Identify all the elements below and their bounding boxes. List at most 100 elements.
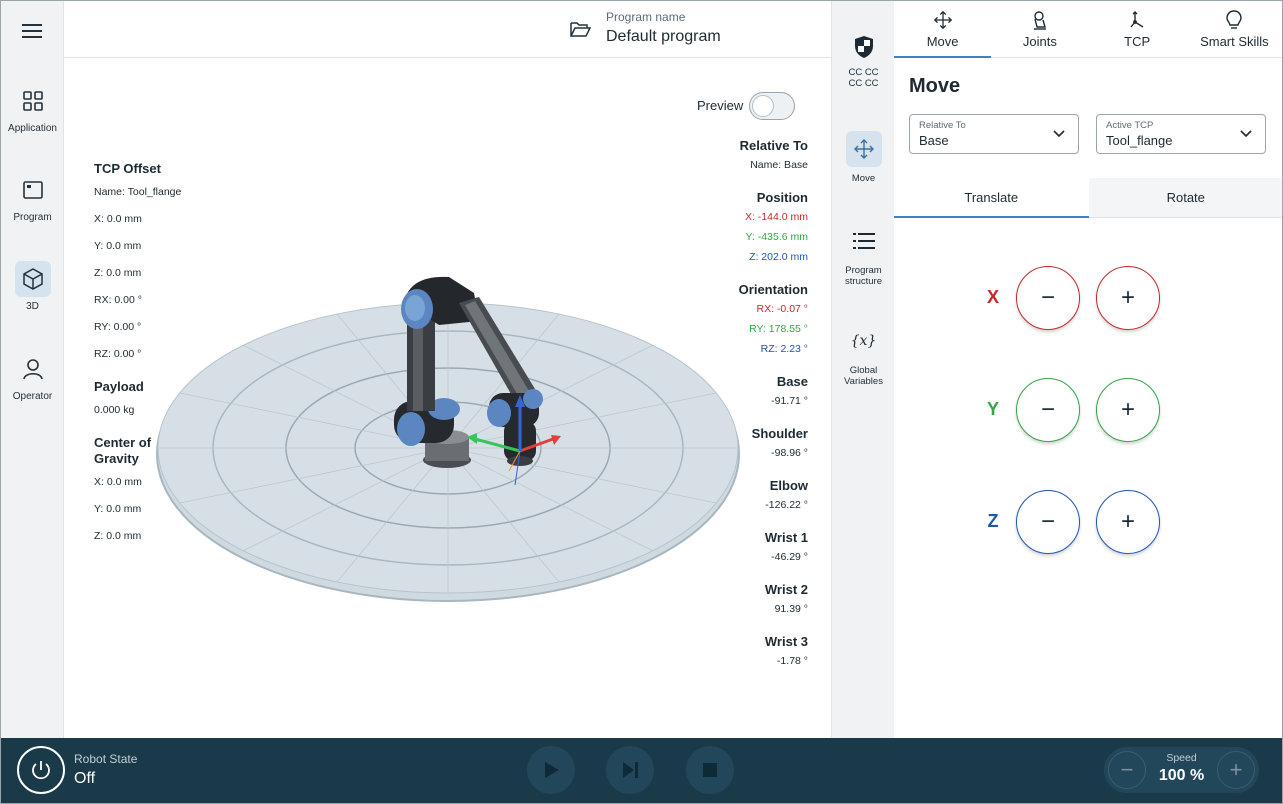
lightbulb-icon (1186, 9, 1282, 31)
payload-title: Payload (94, 379, 144, 394)
nav-item-3d[interactable]: 3D (1, 261, 64, 312)
hamburger-menu-icon[interactable] (21, 21, 43, 41)
nav-label: 3D (26, 301, 39, 312)
y-plus-button[interactable]: + (1096, 378, 1160, 442)
safety-checksum[interactable]: CC CC CC CC (832, 29, 895, 89)
orientation-title: Orientation (738, 282, 808, 297)
tcp-offset-ry: RY: 0.00 ° (94, 321, 142, 333)
app-window: Application Program 3D Operator Program … (0, 0, 1283, 804)
select-value: Tool_flange (1106, 133, 1173, 148)
cog-z: Z: 0.0 mm (94, 530, 142, 542)
z-minus-button[interactable]: − (1016, 490, 1080, 554)
step-forward-icon (623, 762, 638, 778)
tab-tcp[interactable]: TCP (1089, 1, 1186, 57)
power-icon (32, 761, 50, 780)
y-minus-button[interactable]: − (1016, 378, 1080, 442)
relative-to-select[interactable]: Relative To Base (909, 114, 1079, 154)
orientation-rx: RX: -0.07 ° (756, 303, 808, 315)
tab-move[interactable]: Move (894, 1, 992, 58)
safety-checksum-text: CC CC CC CC (848, 67, 879, 89)
tab-joints[interactable]: Joints (991, 1, 1088, 57)
joint-elbow-title: Elbow (769, 478, 808, 493)
relative-to-title: Relative To (739, 138, 808, 153)
grid-icon (15, 83, 51, 119)
cog-y: Y: 0.0 mm (94, 503, 142, 515)
robot-state-value: Off (74, 770, 96, 787)
relative-to-name: Name: Base (750, 159, 808, 171)
move-arrows-icon (845, 131, 882, 167)
variable-x-icon: {x} (850, 332, 877, 349)
x-minus-button[interactable]: − (1016, 266, 1080, 330)
sidenav-item-global-variables[interactable]: {x} Global Variables (832, 323, 895, 388)
joint-wrist2-value: 91.39 ° (774, 603, 808, 615)
tab-label: Move (926, 34, 959, 49)
tab-label: Smart Skills (1200, 34, 1269, 49)
joint-elbow-value: -126.22 ° (765, 499, 808, 511)
left-navigation: Application Program 3D Operator (1, 1, 64, 738)
sidenav-label: Move (851, 173, 876, 184)
nav-label: Application (8, 123, 57, 134)
tab-label: Joints (1022, 34, 1057, 49)
joint-base-title: Base (776, 374, 808, 389)
select-label: Relative To (919, 120, 966, 131)
tab-translate[interactable]: Translate (894, 178, 1089, 218)
folder-open-icon[interactable] (569, 19, 592, 44)
payload-value: 0.000 kg (94, 404, 135, 416)
robot-3d-scene[interactable] (149, 213, 749, 608)
tcp-offset-y: Y: 0.0 mm (94, 240, 142, 252)
bottom-bar: Robot State Off − Speed 100 % + (1, 738, 1282, 803)
preview-label: Preview (697, 98, 744, 113)
stop-button[interactable] (686, 746, 734, 794)
power-button[interactable] (17, 746, 65, 794)
select-label: Active TCP (1106, 120, 1154, 131)
x-plus-button[interactable]: + (1096, 266, 1160, 330)
stop-icon (703, 763, 717, 777)
header: Program name Default program (64, 1, 831, 58)
speed-plus-button[interactable]: + (1217, 751, 1255, 789)
toggle-knob (752, 95, 774, 117)
panel-title: Move (909, 75, 961, 97)
3d-viewport[interactable]: Preview TCP Offset Name: Tool_flange X: … (64, 58, 831, 738)
sidenav-item-move[interactable]: Move (832, 131, 895, 184)
play-icon (545, 762, 559, 778)
program-name-label: Program name (606, 10, 686, 24)
axis-z-label: Z (987, 511, 999, 531)
nav-item-application[interactable]: Application (1, 83, 64, 134)
tcp-offset-z: Z: 0.0 mm (94, 267, 142, 279)
joint-wrist1-value: -46.29 ° (771, 551, 808, 563)
joint-shoulder-title: Shoulder (751, 426, 808, 441)
tcp-offset-title: TCP Offset (94, 161, 161, 176)
position-x: X: -144.0 mm (744, 211, 808, 223)
cog-x: X: 0.0 mm (94, 476, 142, 488)
tab-rotate[interactable]: Rotate (1089, 178, 1283, 217)
preview-toggle[interactable] (749, 92, 795, 120)
move-arrows-icon (894, 9, 991, 31)
panel-tabs: Move Joints TCP Smart Skills (894, 1, 1282, 58)
sidenav-item-program-structure[interactable]: Program structure (832, 223, 895, 287)
nav-label: Program (13, 212, 52, 223)
nav-label: Operator (12, 391, 53, 402)
position-title: Position (756, 190, 808, 205)
joint-wrist3-title: Wrist 3 (764, 634, 808, 649)
nav-item-operator[interactable]: Operator (1, 351, 64, 402)
step-button[interactable] (606, 746, 654, 794)
joint-shoulder-value: -98.96 ° (771, 447, 808, 459)
tcp-offset-x: X: 0.0 mm (94, 213, 142, 225)
play-button[interactable] (527, 746, 575, 794)
active-tcp-select[interactable]: Active TCP Tool_flange (1096, 114, 1266, 154)
chevron-down-icon (1240, 130, 1252, 138)
sidenav-label: Global Variables (844, 365, 883, 387)
tab-smart-skills[interactable]: Smart Skills (1186, 1, 1282, 57)
orientation-rz: RZ: 2.23 ° (760, 343, 808, 355)
position-y: Y: -435.6 mm (745, 231, 808, 243)
z-plus-button[interactable]: + (1096, 490, 1160, 554)
program-name[interactable]: Default program (606, 28, 721, 46)
joint-base-value: -91.71 ° (771, 395, 808, 407)
joint-wrist2-title: Wrist 2 (764, 582, 808, 597)
chevron-down-icon (1053, 130, 1065, 138)
joint-wrist3-value: -1.78 ° (776, 655, 808, 667)
sidenav-label: Program structure (845, 265, 882, 287)
cube-icon (14, 261, 51, 297)
translate-rotate-tabs: Translate Rotate (894, 178, 1283, 218)
nav-item-program[interactable]: Program (1, 172, 64, 223)
